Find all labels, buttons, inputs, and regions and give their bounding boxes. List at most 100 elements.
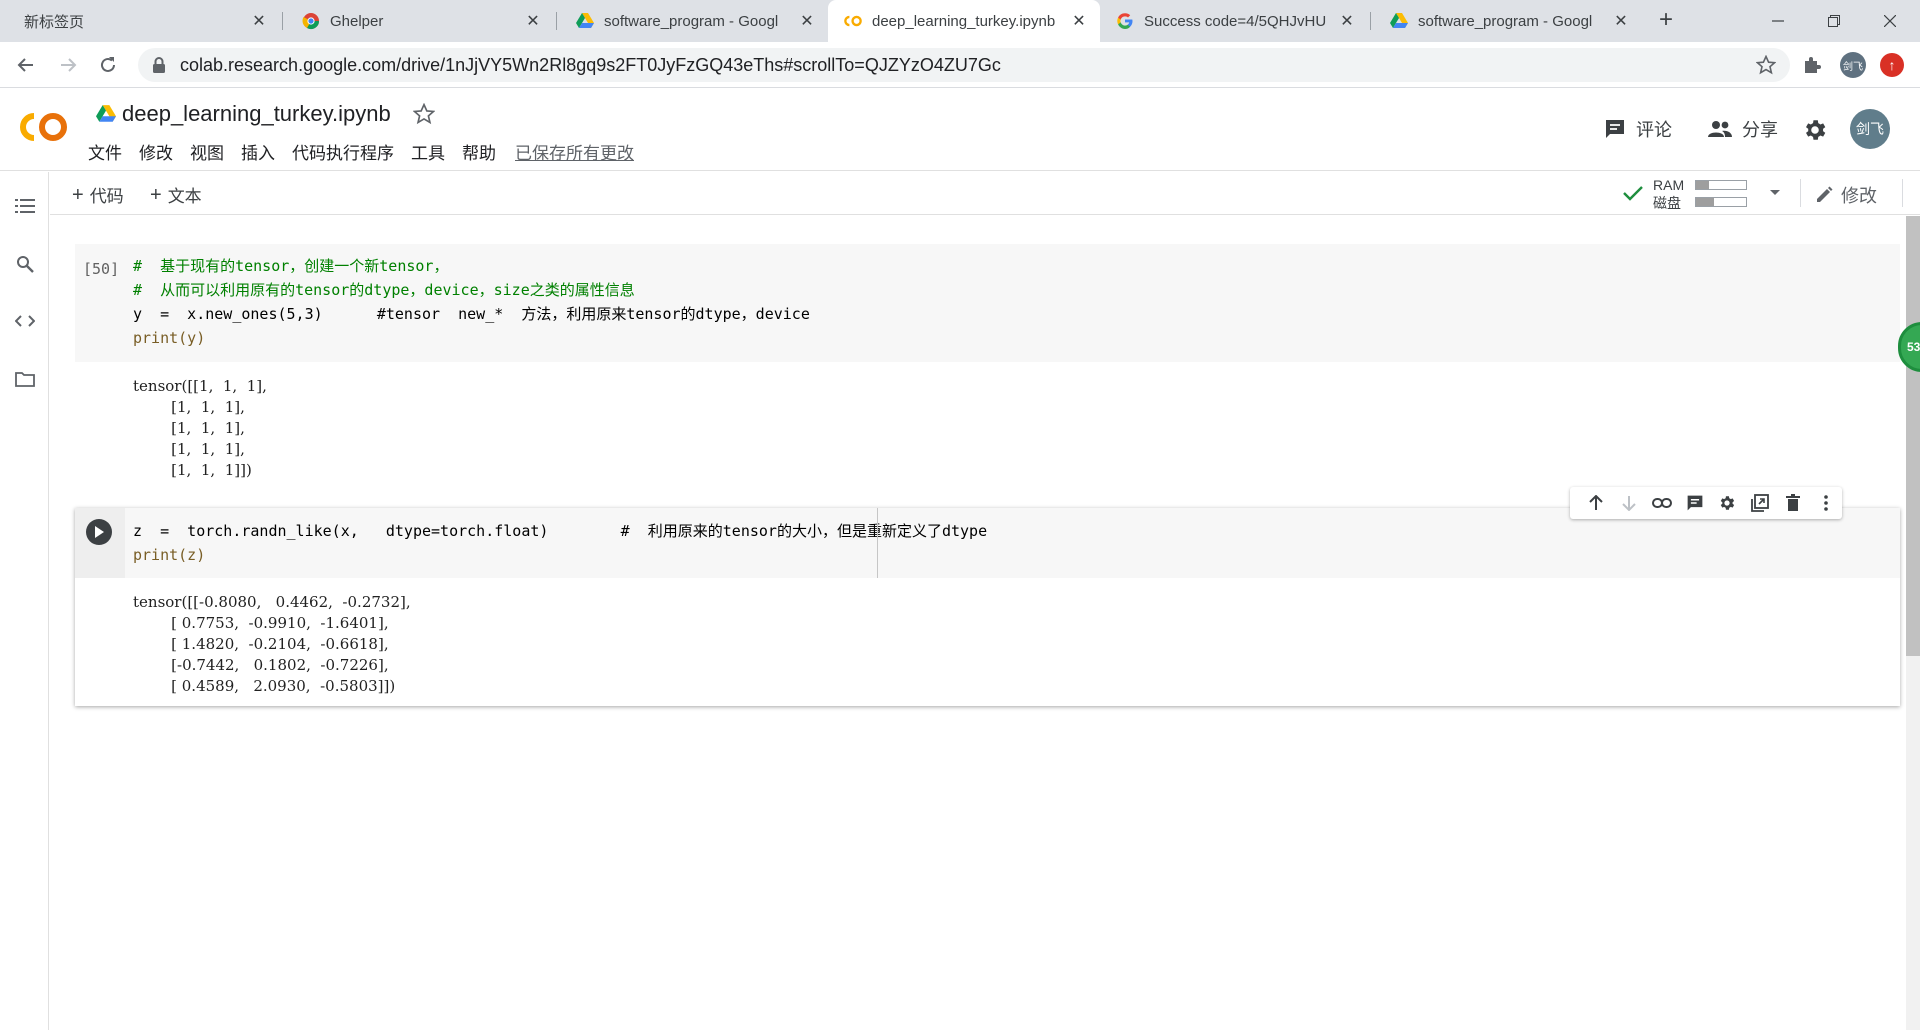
add-comment-button[interactable]: [1678, 491, 1711, 515]
scrollbar-thumb[interactable]: [1906, 216, 1920, 656]
address-bar[interactable]: colab.research.google.com/drive/1nJjVY5W…: [138, 48, 1790, 82]
add-text-button[interactable]: + 文本: [150, 182, 202, 207]
back-button[interactable]: [12, 51, 40, 79]
output-line: [1, 1, 1]]): [133, 461, 252, 479]
pencil-icon: [1817, 186, 1833, 202]
output-line: [1, 1, 1],: [133, 440, 245, 458]
close-icon: [1884, 15, 1896, 27]
tab-close-icon[interactable]: ✕: [250, 11, 268, 31]
menu-file[interactable]: 文件: [88, 139, 122, 164]
lock-icon: [153, 57, 165, 73]
play-icon: [95, 526, 104, 538]
run-cell-button[interactable]: [86, 519, 112, 545]
add-code-button[interactable]: + 代码: [72, 182, 124, 207]
restore-button[interactable]: [1806, 0, 1862, 42]
tab-colab-active[interactable]: deep_learning_turkey.ipynb ✕: [828, 0, 1100, 42]
ram-usage-bar: [1695, 180, 1747, 190]
delete-cell-button[interactable]: [1777, 491, 1810, 515]
restore-icon: [1828, 15, 1840, 27]
move-cell-down-button[interactable]: [1613, 491, 1646, 515]
share-button[interactable]: 分享: [1708, 115, 1778, 143]
browser-update-button[interactable]: ↑: [1880, 53, 1904, 77]
tab-title: software_program - Googl: [1418, 12, 1593, 30]
colab-favicon-icon: [844, 15, 862, 27]
tab-drive-software-program[interactable]: software_program - Googl ✕: [560, 0, 828, 42]
search-button[interactable]: [13, 252, 37, 276]
comment-label: 评论: [1636, 120, 1672, 140]
caret-down-icon[interactable]: [1769, 189, 1781, 197]
list-icon: [15, 199, 35, 213]
minimize-icon: [1772, 20, 1784, 22]
menu-tools[interactable]: 工具: [411, 139, 445, 164]
gear-icon[interactable]: [1802, 117, 1828, 143]
output-line: tensor([[-0.8080, 0.4462, -0.2732],: [133, 593, 411, 611]
tab-title: Ghelper: [330, 12, 384, 30]
mirror-cell-icon: [1751, 494, 1770, 512]
output-line: [1, 1, 1],: [133, 419, 245, 437]
tab-title: deep_learning_turkey.ipynb: [872, 12, 1056, 30]
new-tab-button[interactable]: +: [1653, 8, 1679, 34]
menu-bar: 文件 修改 视图 插入 代码执行程序 工具 帮助 已保存所有更改: [88, 139, 651, 164]
forward-button[interactable]: [54, 51, 82, 79]
move-cell-up-button[interactable]: [1580, 491, 1613, 515]
tab-close-icon[interactable]: ✕: [798, 11, 816, 31]
table-of-contents-button[interactable]: [13, 194, 37, 218]
code-text[interactable]: z = torch.randn_like(x, dtype=torch.floa…: [133, 519, 987, 567]
more-options-button[interactable]: [1809, 491, 1842, 515]
edit-mode-button[interactable]: 修改: [1815, 182, 1877, 208]
code-cell-2[interactable]: z = torch.randn_like(x, dtype=torch.floa…: [75, 508, 1900, 706]
text-cursor: [877, 508, 878, 578]
files-button[interactable]: [13, 367, 37, 391]
browser-profile-avatar[interactable]: 剑飞: [1840, 52, 1866, 78]
copy-link-button[interactable]: [1646, 491, 1679, 515]
code-text[interactable]: # 基于现有的tensor，创建一个新tensor， # 从而可以利用原有的ten…: [133, 254, 810, 350]
menu-edit[interactable]: 修改: [139, 139, 173, 164]
save-status-link[interactable]: 已保存所有更改: [515, 139, 634, 164]
notebook-title[interactable]: deep_learning_turkey.ipynb: [122, 101, 391, 127]
reload-button[interactable]: [94, 51, 122, 79]
disk-usage-bar: [1695, 197, 1747, 207]
extensions-button[interactable]: [1800, 53, 1824, 77]
tab-new-tab[interactable]: 新标签页 ✕: [8, 0, 280, 42]
url-text[interactable]: colab.research.google.com/drive/1nJjVY5W…: [180, 55, 1001, 76]
comment-button[interactable]: 评论: [1604, 115, 1672, 143]
code-snippets-button[interactable]: [13, 309, 37, 333]
resource-monitor[interactable]: RAM 磁盘: [1623, 177, 1793, 211]
left-sidebar: [0, 172, 49, 1030]
tab-close-icon[interactable]: ✕: [1070, 11, 1088, 31]
menu-insert[interactable]: 插入: [241, 139, 275, 164]
menu-runtime[interactable]: 代码执行程序: [292, 139, 394, 164]
tab-close-icon[interactable]: ✕: [1612, 11, 1630, 31]
tab-drive-software-program-2[interactable]: software_program - Googl ✕: [1374, 0, 1642, 42]
arrow-up-icon: [1589, 495, 1604, 510]
toolbar-divider: [1902, 179, 1903, 207]
menu-view[interactable]: 视图: [190, 139, 224, 164]
tab-title: software_program - Googl: [604, 12, 779, 30]
tab-ghelper[interactable]: Ghelper ✕: [286, 0, 554, 42]
cell-settings-button[interactable]: [1711, 491, 1744, 515]
star-icon[interactable]: [412, 103, 435, 125]
code-line: print(y): [133, 329, 206, 347]
plus-icon: +: [72, 183, 84, 206]
user-avatar[interactable]: 剑飞: [1850, 109, 1890, 149]
share-label: 分享: [1742, 120, 1778, 140]
code-editor[interactable]: [50] # 基于现有的tensor，创建一个新tensor， # 从而可以利用原…: [75, 244, 1900, 362]
code-cell-1[interactable]: [50] # 基于现有的tensor，创建一个新tensor， # 从而可以利用原…: [75, 244, 1900, 490]
tab-close-icon[interactable]: ✕: [1338, 11, 1356, 31]
google-drive-icon: [576, 13, 594, 28]
tab-google-success[interactable]: Success code=4/5QHJvHU ✕: [1100, 0, 1368, 42]
people-icon: [1708, 121, 1732, 137]
arrow-down-icon: [1622, 496, 1636, 511]
gear-icon: [1721, 496, 1735, 510]
menu-help[interactable]: 帮助: [462, 139, 496, 164]
close-window-button[interactable]: [1862, 0, 1918, 42]
folder-icon: [15, 372, 35, 387]
output-line: [-0.7442, 0.1802, -0.7226],: [133, 656, 389, 674]
tab-close-icon[interactable]: ✕: [524, 11, 542, 31]
colab-logo-icon[interactable]: [18, 111, 70, 143]
mirror-cell-button[interactable]: [1744, 491, 1777, 515]
bookmark-star-icon[interactable]: [1756, 55, 1776, 75]
output-line: [1, 1, 1],: [133, 398, 245, 416]
minimize-button[interactable]: [1750, 0, 1806, 42]
code-line: # 基于现有的tensor，创建一个新tensor，: [133, 257, 449, 275]
